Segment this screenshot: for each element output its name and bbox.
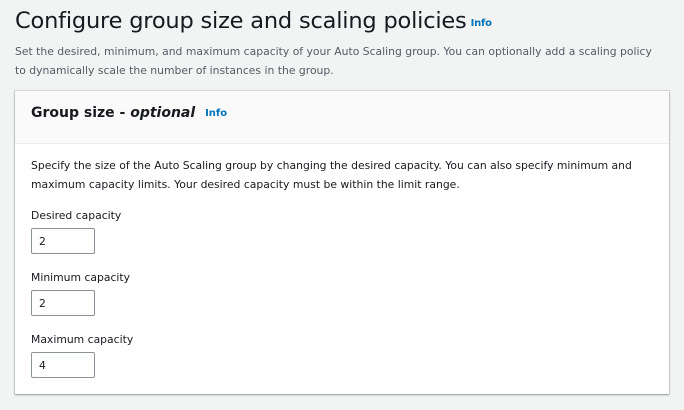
minimum-capacity-label: Minimum capacity (31, 271, 131, 284)
page-info-link[interactable]: Info (471, 18, 492, 29)
desired-capacity-input[interactable] (31, 228, 95, 254)
group-size-info-link[interactable]: Info (205, 108, 227, 119)
group-size-panel-header: Group size - optional Info (15, 91, 669, 144)
maximum-capacity-field: Maximum capacity (31, 333, 133, 378)
group-size-title-text: Group size - (31, 105, 126, 121)
page-description: Set the desired, minimum, and maximum ca… (15, 45, 652, 77)
desired-capacity-label: Desired capacity (31, 209, 122, 222)
page-title: Configure group size and scaling policie… (15, 6, 675, 39)
minimum-capacity-field: Minimum capacity (31, 271, 130, 316)
minimum-capacity-input[interactable] (31, 290, 95, 316)
desired-capacity-field: Desired capacity (31, 209, 121, 254)
page-header: Configure group size and scaling policie… (15, 6, 675, 80)
maximum-capacity-label: Maximum capacity (31, 333, 134, 346)
page-title-text: Configure group size and scaling policie… (15, 8, 467, 34)
group-size-title: Group size - optional Info (31, 105, 227, 121)
group-size-panel: Group size - optional Info Specify the s… (15, 91, 669, 394)
group-size-panel-body: Specify the size of the Auto Scaling gro… (15, 144, 669, 194)
maximum-capacity-input[interactable] (31, 352, 95, 378)
optional-label: optional (130, 105, 196, 121)
group-size-description: Specify the size of the Auto Scaling gro… (31, 159, 632, 191)
